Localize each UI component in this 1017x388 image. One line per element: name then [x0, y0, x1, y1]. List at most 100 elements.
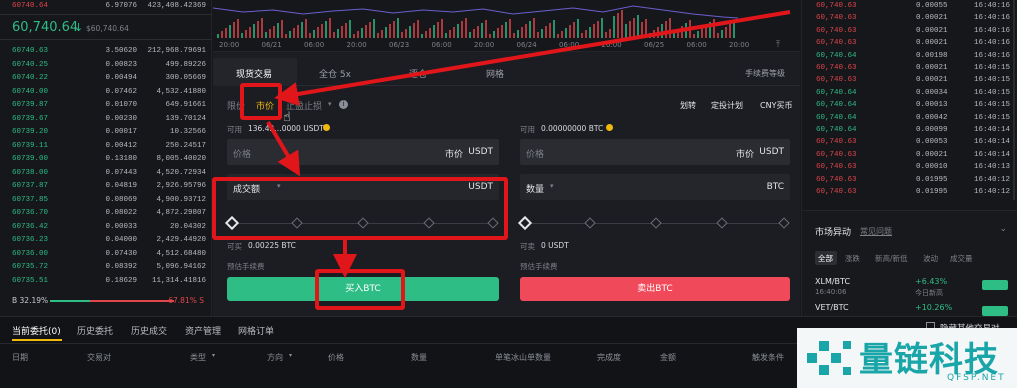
recent-trades: 60,740.63 0.00055 16:40:16 60,740.63 0.00021… — [801, 0, 1017, 210]
buy-ratio-label: B 32.19% — [12, 296, 49, 305]
orderbook-bid-row[interactable]: 60735.72 0.08392 5,096.94162 — [0, 261, 212, 273]
cursor-hand-icon: ☝ — [283, 110, 291, 125]
sell-button[interactable]: 卖出BTC — [520, 277, 790, 301]
chevron-down-icon[interactable]: ▾ — [212, 352, 215, 359]
trade-row: 60,740.63 0.01995 16:40:12 — [802, 186, 1017, 198]
volume-bar — [569, 25, 571, 38]
tab-assets[interactable]: 资产管理 — [185, 324, 221, 337]
volume-bar — [469, 32, 471, 38]
volume-bar — [261, 18, 263, 38]
orderbook-bid-row[interactable]: 60736.70 0.08022 4,872.29807 — [0, 207, 212, 219]
buy-price-field[interactable]: 价格 市价 USDT — [227, 139, 499, 165]
tab-open-orders[interactable]: 当前委托(0) — [12, 324, 61, 337]
tab-cross-margin[interactable]: 全仓 5x — [319, 67, 351, 80]
trade-price: 60,740.63 — [816, 2, 857, 10]
volume-bar — [681, 26, 683, 38]
highlight-market-tab — [240, 83, 282, 120]
orderbook-bid-row[interactable]: 60739.00 0.13180 8,005.40020 — [0, 153, 212, 165]
tab-grid[interactable]: 网格 — [486, 67, 504, 80]
filter-volume[interactable]: 成交量 — [950, 253, 973, 264]
volume-bar — [713, 19, 715, 38]
orderbook-bid-row[interactable]: 60739.11 0.00412 250.24517 — [0, 140, 212, 152]
orderbook-bid-row[interactable]: 60737.87 0.04819 2,926.95796 — [0, 180, 212, 192]
trade-row: 60,740.64 0.00034 16:40:15 — [802, 87, 1017, 99]
volume-bar — [505, 22, 507, 38]
orderbook-bid-row[interactable]: 60739.87 0.01070 649.91661 — [0, 99, 212, 111]
trade-row: 60,740.64 0.00198 16:40:16 — [802, 50, 1017, 62]
volume-bar — [601, 18, 603, 38]
col-type[interactable]: 类型 — [190, 352, 206, 363]
orderbook-bid-row[interactable]: 60735.51 0.18629 11,314.41816 — [0, 275, 212, 287]
price-chart[interactable]: 20:00 06/21 06:00 20:00 06/23 06:00 20:00 06/24… — [213, 0, 800, 52]
orderbook-bid-row[interactable]: 60738.00 0.07443 4,520.72934 — [0, 167, 212, 179]
market-move-item[interactable]: XLM/BTC 16:40:06 +6.43% 今日新高 — [802, 275, 1017, 299]
volume-bar — [365, 25, 367, 38]
add-funds-icon[interactable] — [323, 124, 330, 131]
volume-bar — [657, 27, 659, 38]
bid-price: 60736.00 — [12, 249, 49, 258]
sell-amount-field[interactable]: 数量 ▾ BTC — [520, 174, 790, 200]
slider-step-75[interactable] — [716, 217, 728, 229]
faq-link[interactable]: 常见问题 — [860, 226, 892, 237]
info-icon[interactable]: i — [339, 100, 348, 109]
orderbook-bid-row[interactable]: 60736.00 0.07430 4,512.68480 — [0, 248, 212, 260]
slider-step-25[interactable] — [584, 217, 596, 229]
slider-handle[interactable] — [517, 215, 533, 231]
volume-bar — [369, 22, 371, 38]
orderbook-bid-row[interactable]: 60737.85 0.08069 4,900.93712 — [0, 194, 212, 206]
filter-all[interactable]: 全部 — [818, 253, 833, 264]
move-time: 16:40:06 — [815, 288, 847, 296]
order-type-stop[interactable]: 止盈止损 — [286, 99, 322, 112]
add-funds-icon[interactable] — [606, 124, 613, 131]
slider-step-50[interactable] — [650, 217, 662, 229]
trade-amount: 0.00010 — [916, 163, 948, 172]
col-side[interactable]: 方向 — [267, 352, 283, 363]
orderbook-bid-row[interactable]: 60736.23 0.04000 2,429.44920 — [0, 234, 212, 246]
tab-trade-history[interactable]: 历史成交 — [131, 324, 167, 337]
volume-bar — [473, 29, 475, 38]
filter-volatility[interactable]: 波动 — [923, 253, 938, 264]
bid-amount: 0.07443 — [105, 168, 137, 177]
orderbook-bid-row[interactable]: 60739.20 0.00017 10.32566 — [0, 126, 212, 138]
orderbook-bid-row[interactable]: 60740.00 0.07462 4,532.41880 — [0, 86, 212, 98]
chevron-down-icon[interactable]: ▾ — [289, 352, 292, 359]
tab-isolated-margin[interactable]: 逐仓 — [409, 67, 427, 80]
move-pair: XLM/BTC — [815, 277, 851, 286]
trade-amount: 0.00021 — [916, 39, 948, 48]
volume-bar — [701, 28, 703, 38]
orderbook-ask-row[interactable]: 60740.64 6.97076 423,408.42369 — [0, 0, 212, 12]
volume-bar — [685, 23, 687, 38]
trades-scrollbar[interactable] — [1013, 0, 1015, 200]
sell-percent-slider[interactable] — [517, 215, 790, 231]
filter-change[interactable]: 涨跌 — [845, 253, 860, 264]
volume-bar — [461, 21, 463, 38]
orderbook-bid-row[interactable]: 60740.25 0.00823 499.89226 — [0, 59, 212, 71]
collapse-icon[interactable]: ⌄ — [999, 224, 1007, 234]
chart-expand-icon[interactable]: ⤒ — [776, 40, 780, 50]
orderbook-bid-row[interactable]: 60740.63 3.50620 212,968.79691 — [0, 45, 212, 57]
col-amount: 数量 — [411, 353, 427, 362]
volume-bar — [481, 23, 483, 38]
chevron-down-icon[interactable]: ▾ — [328, 100, 332, 108]
filter-high-low[interactable]: 新高/新低 — [875, 253, 908, 264]
transfer-link[interactable]: 划转 — [680, 100, 696, 111]
volume-bar — [465, 18, 467, 38]
chart-x-tick: 06:00 — [431, 41, 452, 49]
volume-bar — [605, 32, 607, 38]
chevron-down-icon[interactable]: ▾ — [550, 182, 554, 190]
fee-level-link[interactable]: 手续费等级 — [745, 68, 785, 79]
bid-amount: 0.00494 — [105, 74, 137, 82]
tab-order-history[interactable]: 历史委托 — [77, 324, 113, 337]
orderbook-bid-row[interactable]: 60736.42 0.00033 20.04302 — [0, 221, 212, 233]
last-price: 60,740.64 — [12, 20, 79, 35]
slider-step-100[interactable] — [778, 217, 790, 229]
cny-buy-link[interactable]: CNY买币 — [760, 100, 792, 111]
volume-bar — [729, 24, 731, 38]
orderbook-bid-row[interactable]: 60739.67 0.00230 139.70124 — [0, 113, 212, 125]
tab-grid-orders[interactable]: 网格订单 — [238, 324, 274, 337]
orderbook-bid-row[interactable]: 60740.22 0.00494 300.05669 — [0, 72, 212, 84]
sell-price-field[interactable]: 价格 市价 USDT — [520, 139, 790, 165]
tab-spot[interactable]: 现货交易 — [236, 67, 272, 80]
chart-x-tick: 06/24 — [516, 41, 537, 49]
auto-invest-link[interactable]: 定投计划 — [711, 100, 743, 111]
